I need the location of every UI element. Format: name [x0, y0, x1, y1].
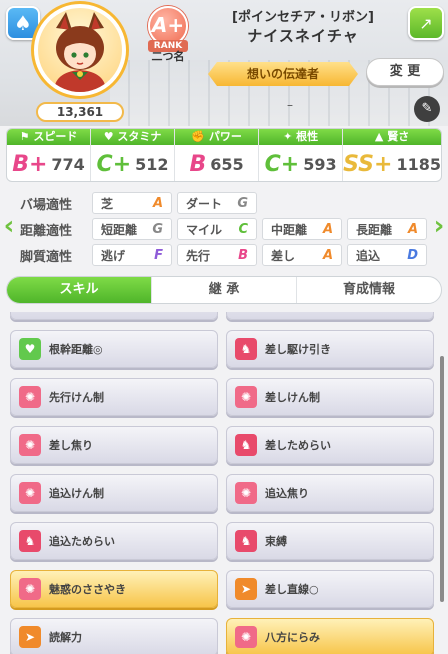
character-name: ナイスネイチャ [247, 27, 359, 45]
stat-label: スタミナ [117, 130, 162, 143]
aptitude-cell: 中距離 A [262, 218, 342, 240]
edit-button[interactable]: ✎ [414, 96, 440, 122]
stat-grade: B+ [12, 151, 48, 177]
stat-value: 593 [303, 154, 337, 174]
title-banner: 想いの伝達者 [208, 62, 358, 86]
pencil-icon: ✎ [421, 101, 433, 116]
tab-bar: スキル 継 承 育成情報 [6, 276, 442, 304]
graduation-cap-icon: ▲ [374, 130, 388, 143]
burst-icon: ✺ [235, 482, 257, 504]
heart-icon: ♥ [19, 338, 41, 360]
change-title-button[interactable]: 変 更 [366, 58, 444, 86]
shoe-icon: ⚑ [19, 130, 34, 143]
memo-text: – [287, 98, 293, 112]
skill-item-gold[interactable]: ✺ 八方にらみ [226, 618, 434, 654]
burst-icon: ✺ [235, 386, 257, 408]
stat-label: パワー [208, 130, 242, 143]
stat-value: 774 [51, 154, 85, 174]
stat-grade: SS+ [343, 151, 393, 177]
runner-icon: ➤ [235, 578, 257, 600]
horse-icon: ♞ [235, 338, 257, 360]
skill-item-gold[interactable]: ✺ 魅惑のささやき [10, 570, 218, 608]
chevron-right-icon[interactable]: › [432, 208, 446, 244]
aptitude-label: 距離適性 [20, 223, 73, 239]
aptitude-label: 脚質適性 [20, 249, 73, 265]
nickname-label: 二つ名 [151, 50, 185, 63]
costume-name: [ポインセチア・リボン] [232, 10, 374, 25]
tab-skills[interactable]: スキル [7, 277, 152, 303]
aptitude-cell: 逃げ F [92, 244, 172, 266]
aptitude-cell: ダート G [177, 192, 257, 214]
skill-item[interactable]: ✺ 先行けん制 [10, 378, 218, 416]
stat-stamina: ♥ スタミナ C+ 512 [91, 129, 176, 181]
horse-icon: ♞ [235, 434, 257, 456]
stat-power: ✊ パワー B 655 [175, 129, 260, 181]
aptitude-cell: マイル C [177, 218, 257, 240]
skill-item[interactable]: ✺ 追込けん制 [10, 474, 218, 512]
skill-item[interactable]: ♥ 根幹距離◎ [10, 330, 218, 368]
muscle-icon: ✊ [191, 130, 209, 143]
character-header: ♠ 13,361 A+ RANK 二つ名 [ポインセチア・リボン] ナイスネイチ… [0, 0, 448, 126]
burst-icon: ✺ [19, 578, 41, 600]
skill-item[interactable]: ♞ 差し駆け引き [226, 330, 434, 368]
skill-item[interactable]: ♞ 束縛 [226, 522, 434, 560]
aptitude-cell: 芝A [92, 192, 172, 214]
horse-icon: ♞ [19, 530, 41, 552]
stats-panel: ⚑ スピード B+ 774 ♥ スタミナ C+ 512 ✊ パワー B 655 ✦ 根… [6, 128, 442, 182]
fire-icon: ✦ [283, 130, 297, 143]
burst-icon: ✺ [235, 626, 257, 648]
fan-count: 13,361 [36, 102, 124, 122]
skill-item[interactable]: ♞ 追込ためらい [10, 522, 218, 560]
aptitude-cell: 短距離 G [92, 218, 172, 240]
skill-item[interactable]: ✺ 追込焦り [226, 474, 434, 512]
skill-item[interactable]: ➤ 差し直線○ [226, 570, 434, 608]
aptitude-cell: 差し A [262, 244, 342, 266]
skill-item[interactable]: ✺ 差し焦り [10, 426, 218, 464]
stat-wisdom: ▲ 賢さ SS+ 1185 [343, 129, 441, 181]
tab-training-info[interactable]: 育成情報 [297, 277, 441, 303]
skills-scrollbar[interactable] [440, 356, 444, 602]
stat-guts: ✦ 根性 C+ 593 [259, 129, 344, 181]
stat-grade: C+ [96, 151, 132, 177]
aptitude-label: バ場適性 [20, 197, 73, 213]
avatar[interactable] [34, 4, 126, 96]
spade-button[interactable]: ♠ [6, 6, 40, 40]
stat-grade: C+ [264, 151, 300, 177]
tab-inheritance[interactable]: 継 承 [152, 277, 297, 303]
stat-speed: ⚑ スピード B+ 774 [7, 129, 92, 181]
burst-icon: ✺ [19, 386, 41, 408]
aptitude-cell: 長距離 A [347, 218, 427, 240]
chevron-left-icon[interactable]: ‹ [2, 208, 16, 244]
aptitude-row-style: 脚質適性 逃げ F 先行 B 差し A 追込 D [20, 242, 432, 268]
aptitude-cell: 先行 B [177, 244, 257, 266]
aptitude-cell: 追込 D [347, 244, 427, 266]
horse-icon: ♞ [235, 530, 257, 552]
character-portrait-icon [54, 12, 106, 92]
spade-icon: ♠ [14, 11, 32, 35]
skill-item[interactable]: ✺ 差しけん制 [226, 378, 434, 416]
stat-label: 根性 [296, 130, 319, 143]
share-icon: ↗ [419, 13, 433, 33]
stat-label: 賢さ [387, 130, 410, 143]
skills-list[interactable]: ♥ 根幹距離◎ ♞ 差し駆け引き ✺ 先行けん制 ✺ 差しけん制 ✺ 差し焦り … [4, 312, 444, 654]
stat-value: 512 [135, 154, 169, 174]
skill-item[interactable]: ➤ 読解力 [10, 618, 218, 654]
stat-label: スピード [33, 130, 78, 143]
burst-icon: ✺ [19, 482, 41, 504]
burst-icon: ✺ [19, 434, 41, 456]
heart-icon: ♥ [103, 130, 118, 143]
runner-icon: ➤ [19, 626, 41, 648]
aptitude-panel: ‹ › バ場適性 芝A ダート G 距離適性 短距離 G マイル C 中距離 A 長距離… [0, 184, 448, 270]
stat-value: 1185 [396, 154, 441, 174]
stat-value: 655 [210, 154, 244, 174]
share-button[interactable]: ↗ [408, 6, 444, 40]
aptitude-row-distance: 距離適性 短距離 G マイル C 中距離 A 長距離 A [20, 216, 432, 242]
stat-grade: B [189, 151, 207, 177]
aptitude-row-track: バ場適性 芝A ダート G [20, 190, 262, 216]
skill-item[interactable]: ♞ 差しためらい [226, 426, 434, 464]
